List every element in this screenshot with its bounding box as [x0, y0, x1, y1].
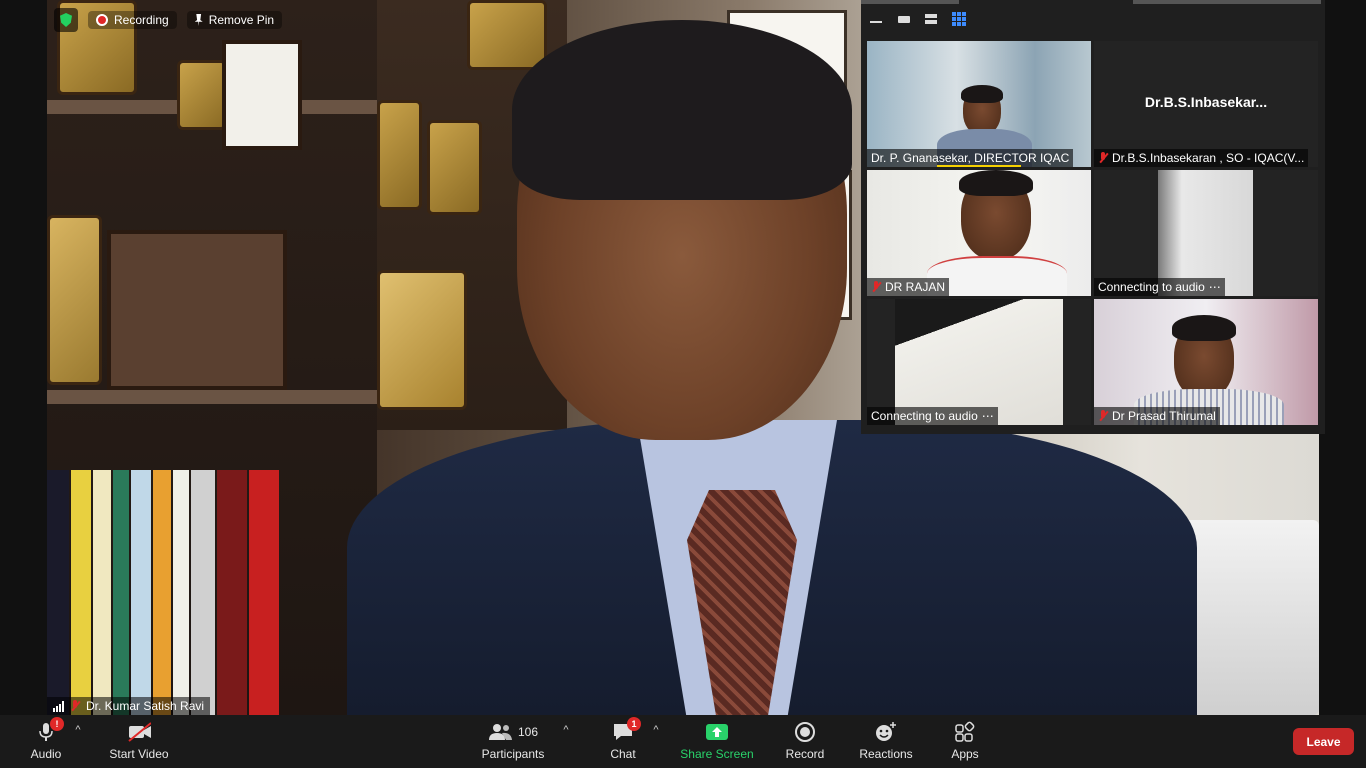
connecting-dots-icon: ⋯ — [1208, 280, 1221, 294]
book — [191, 470, 215, 715]
participant-tile[interactable]: Dr Prasad Thirumal — [1094, 299, 1318, 425]
participant-hair — [961, 85, 1003, 103]
mic-muted-icon — [1098, 152, 1108, 164]
share-screen-button[interactable]: Share Screen — [680, 715, 754, 768]
tile-name-label: Dr.B.S.Inbasekaran , SO - IQAC(V... — [1094, 149, 1309, 167]
trophy — [177, 60, 227, 130]
audio-options-caret-icon[interactable]: ^ — [73, 725, 83, 736]
book — [173, 470, 189, 715]
mic-muted-icon — [70, 700, 80, 712]
tile-display-name: Dr.B.S.Inbasekar... — [1144, 94, 1268, 110]
book — [113, 470, 129, 715]
participants-count: 106 — [517, 725, 539, 739]
tile-name: Dr Prasad Thirumal — [1112, 409, 1216, 423]
mic-muted-icon — [871, 281, 881, 293]
participant-tile[interactable]: Dr.B.S.Inbasekar... Dr.B.S.Inbasekaran ,… — [1094, 41, 1318, 167]
microphone-icon: ! — [34, 717, 64, 743]
book — [47, 470, 69, 715]
apps-icon — [953, 721, 977, 743]
share-screen-icon — [705, 721, 729, 743]
book — [71, 470, 91, 715]
shield-icon — [60, 13, 72, 27]
participants-button[interactable]: 106 Participants — [480, 715, 546, 768]
remove-pin-button[interactable]: Remove Pin — [186, 11, 283, 29]
tile-name: Dr.B.S.Inbasekaran , SO - IQAC(V... — [1112, 151, 1305, 165]
record-icon — [793, 721, 817, 743]
tile-name-label: Connecting to audio ⋯ — [867, 407, 998, 425]
chat-label: Chat — [610, 747, 636, 761]
share-screen-label: Share Screen — [680, 747, 754, 761]
leave-button[interactable]: Leave — [1293, 728, 1354, 755]
certificate-frame — [222, 40, 302, 150]
participant-tile[interactable]: Connecting to audio ⋯ — [867, 299, 1091, 425]
chat-icon: 1 — [611, 717, 641, 743]
tile-name: Dr. P. Gnanasekar, DIRECTOR IQAC — [871, 151, 1070, 165]
meeting-info-button[interactable] — [54, 8, 78, 32]
tile-name: Connecting to audio — [1098, 280, 1205, 294]
tile-name-label: DR RAJAN — [867, 278, 950, 296]
book — [131, 470, 151, 715]
audio-warning-badge: ! — [50, 717, 64, 731]
reactions-button[interactable]: Reactions — [857, 715, 915, 768]
background-bookshelf — [47, 0, 377, 715]
gallery-strip — [1133, 0, 1321, 4]
participant-hair — [959, 170, 1033, 196]
tile-name-label: Dr Prasad Thirumal — [1094, 407, 1220, 425]
gallery-toolbar — [861, 0, 1325, 38]
connecting-dots-icon: ⋯ — [981, 409, 994, 423]
participant-tile[interactable]: Connecting to audio ⋯ — [1094, 170, 1318, 296]
tile-name-label: Connecting to audio ⋯ — [1094, 278, 1225, 296]
minimize-icon[interactable] — [869, 12, 883, 26]
start-video-label: Start Video — [109, 747, 169, 761]
participant-hair — [1172, 315, 1236, 341]
meeting-toolbar: ! Audio ^ Start Video 106 Participants ^… — [0, 715, 1366, 768]
remove-pin-label: Remove Pin — [208, 13, 275, 27]
participant-tile[interactable]: DR RAJAN — [867, 170, 1091, 296]
chat-button[interactable]: 1 Chat — [606, 715, 641, 768]
meeting-status-bar: Recording Remove Pin — [54, 8, 283, 32]
gallery-strip — [861, 0, 959, 4]
gallery-panel: Dr. P. Gnanasekar, DIRECTOR IQAC Dr.B.S.… — [861, 0, 1325, 434]
strip-view-icon[interactable] — [924, 12, 938, 26]
photo-frame — [107, 230, 287, 390]
record-button[interactable]: Record — [784, 715, 826, 768]
apps-button[interactable]: Apps — [947, 715, 983, 768]
audio-button[interactable]: ! Audio — [24, 715, 68, 768]
meeting-stage: Recording Remove Pin Dr. Kumar Satish Ra… — [0, 0, 1366, 715]
active-speaker-indicator — [937, 165, 1021, 167]
video-off-icon — [127, 721, 151, 743]
record-dot-icon — [96, 14, 108, 26]
hair — [512, 20, 852, 200]
recording-indicator[interactable]: Recording — [88, 11, 177, 29]
audio-label: Audio — [30, 747, 62, 761]
mic-muted-icon — [1098, 410, 1108, 422]
book — [93, 470, 111, 715]
books-row — [47, 470, 317, 715]
tile-name: DR RAJAN — [885, 280, 946, 294]
book — [217, 470, 247, 715]
participant-tile[interactable]: Dr. P. Gnanasekar, DIRECTOR IQAC — [867, 41, 1091, 167]
apps-label: Apps — [951, 747, 979, 761]
pin-icon — [194, 14, 203, 26]
record-label: Record — [785, 747, 825, 761]
single-view-icon[interactable] — [897, 12, 911, 26]
main-video-name-tag: Dr. Kumar Satish Ravi — [47, 697, 211, 715]
gallery-view-icon[interactable] — [952, 12, 966, 26]
book — [249, 470, 279, 715]
plaque — [47, 215, 102, 385]
participants-options-caret-icon[interactable]: ^ — [561, 725, 571, 736]
chat-options-caret-icon[interactable]: ^ — [651, 725, 661, 736]
signal-bars-icon — [53, 700, 64, 712]
main-participant-name: Dr. Kumar Satish Ravi — [86, 699, 205, 713]
chat-unread-badge: 1 — [627, 717, 641, 731]
tile-name: Connecting to audio — [871, 409, 978, 423]
reactions-icon — [874, 721, 898, 743]
start-video-button[interactable]: Start Video — [106, 715, 172, 768]
reactions-label: Reactions — [859, 747, 913, 761]
book — [153, 470, 171, 715]
participants-label: Participants — [481, 747, 545, 761]
recording-label: Recording — [114, 13, 169, 27]
participants-icon: 106 — [483, 721, 543, 743]
shelf-board — [47, 390, 377, 404]
